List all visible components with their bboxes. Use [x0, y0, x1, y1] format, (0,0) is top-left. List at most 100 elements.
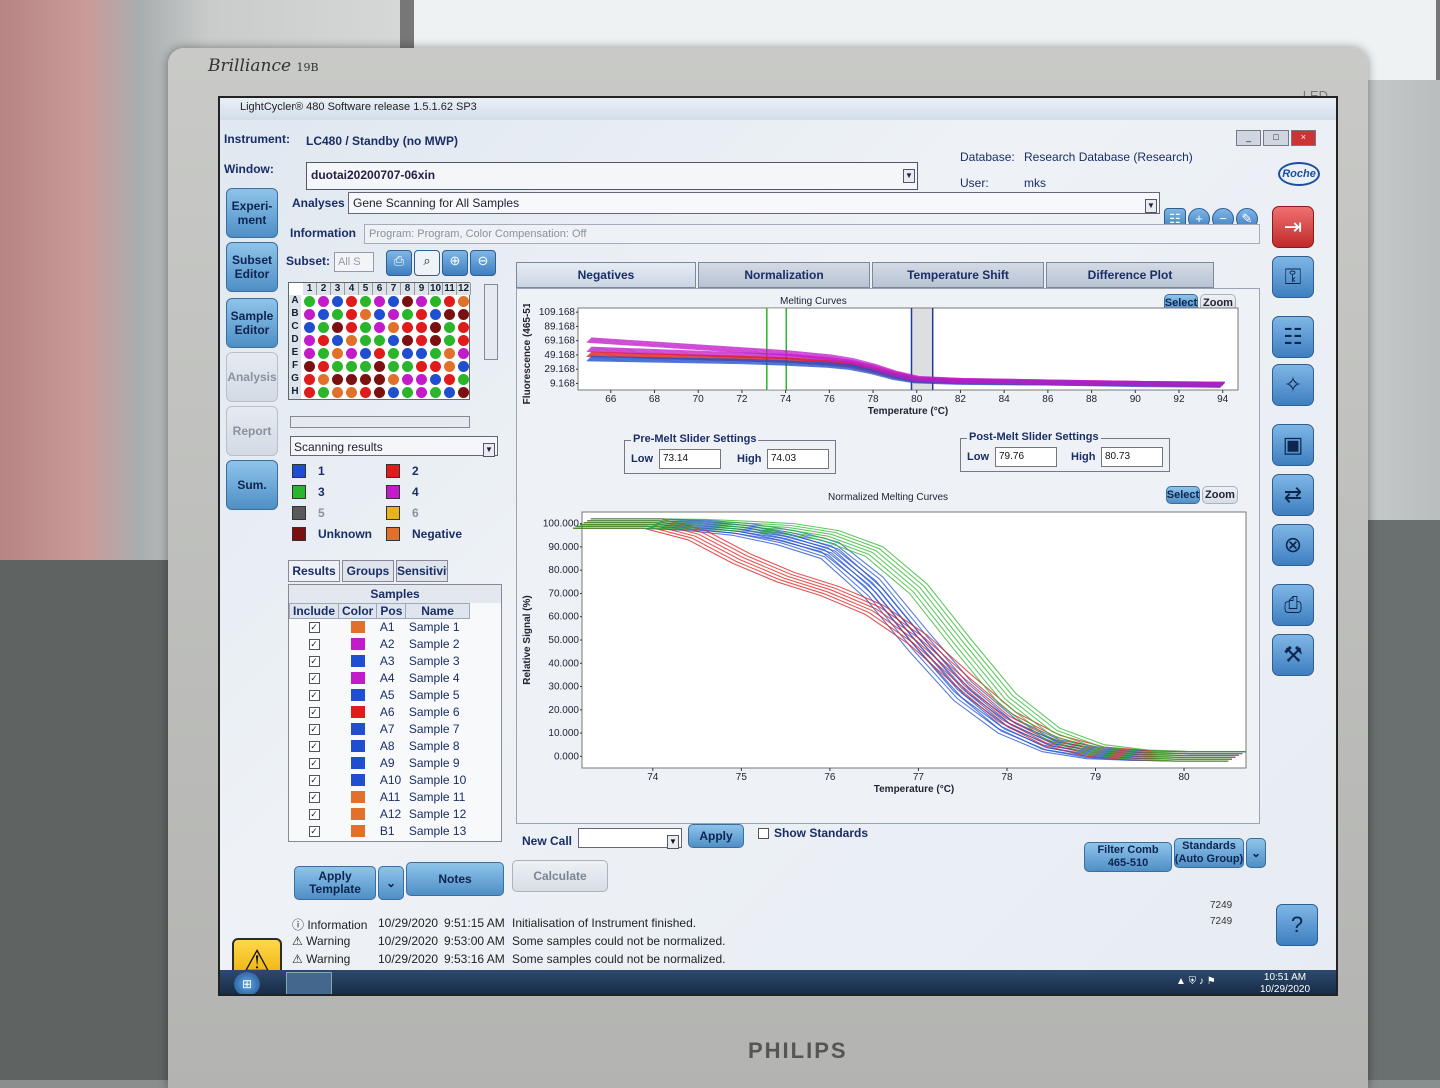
wrench-icon[interactable]: ⚒: [1272, 634, 1314, 676]
plate-well[interactable]: [416, 296, 427, 307]
plate-row-label[interactable]: F: [289, 360, 301, 373]
plate-col-label[interactable]: 11: [443, 283, 457, 295]
legend-item[interactable]: 3: [292, 485, 325, 499]
plate-col-label[interactable]: 2: [317, 283, 331, 295]
table-row[interactable]: ✓ A11 Sample 11: [290, 789, 470, 806]
plate-well[interactable]: [374, 296, 385, 307]
premelt-high-input[interactable]: 74.03: [767, 449, 829, 469]
plate-well[interactable]: [388, 335, 399, 346]
minimize-button[interactable]: _: [1236, 130, 1262, 146]
plate-well[interactable]: [318, 296, 329, 307]
nav-experiment[interactable]: Experi- ment: [226, 188, 278, 238]
include-checkbox[interactable]: ✓: [308, 825, 320, 837]
plate-well[interactable]: [374, 348, 385, 359]
include-checkbox[interactable]: ✓: [308, 774, 320, 786]
plate-well[interactable]: [332, 348, 343, 359]
help-icon[interactable]: ?: [1276, 904, 1318, 946]
include-checkbox[interactable]: ✓: [308, 757, 320, 769]
plate-well[interactable]: [458, 348, 469, 359]
plate-well[interactable]: [332, 361, 343, 372]
subset-select[interactable]: All S: [334, 252, 374, 272]
new-call-select[interactable]: ▼: [578, 828, 682, 849]
plate-well[interactable]: [430, 387, 441, 398]
include-checkbox[interactable]: ✓: [308, 791, 320, 803]
include-checkbox[interactable]: ✓: [308, 621, 320, 633]
close-button[interactable]: ×: [1290, 130, 1316, 146]
plate-col-label[interactable]: 7: [387, 283, 401, 295]
plate-well[interactable]: [458, 309, 469, 320]
calculate-button[interactable]: Calculate: [512, 860, 608, 892]
legend-item[interactable]: Unknown: [292, 527, 372, 541]
plate-col-label[interactable]: 4: [345, 283, 359, 295]
plate-scrollbar[interactable]: [484, 284, 498, 360]
plate-well[interactable]: [416, 335, 427, 346]
plate-well[interactable]: [346, 374, 357, 385]
table-row[interactable]: ✓ A1 Sample 1: [290, 619, 470, 636]
plate-row-label[interactable]: D: [289, 334, 301, 347]
navigator-icon[interactable]: ☷: [1272, 316, 1314, 358]
include-checkbox[interactable]: ✓: [308, 808, 320, 820]
plate-well[interactable]: [318, 322, 329, 333]
plate-well[interactable]: [346, 335, 357, 346]
nav-analysis[interactable]: Analysis: [226, 352, 278, 402]
plate-well[interactable]: [444, 374, 455, 385]
compass-icon[interactable]: ✧: [1272, 364, 1314, 406]
start-button[interactable]: ⊞: [234, 972, 260, 994]
zoom-in-icon[interactable]: ⊕: [442, 250, 468, 276]
tab-negatives[interactable]: Negatives: [516, 262, 696, 288]
plate-well[interactable]: [360, 361, 371, 372]
print-icon[interactable]: ⎙: [1272, 584, 1314, 626]
table-row[interactable]: ✓ A10 Sample 10: [290, 772, 470, 789]
tray-clock[interactable]: 10:51 AM 10/29/2020: [1260, 972, 1310, 994]
filter-comb-button[interactable]: Filter Comb 465-510: [1084, 842, 1172, 872]
plate-well[interactable]: [402, 348, 413, 359]
table-row[interactable]: ✓ B1 Sample 13: [290, 823, 470, 840]
include-checkbox[interactable]: ✓: [308, 655, 320, 667]
plate-well[interactable]: [332, 374, 343, 385]
plate-well[interactable]: [388, 361, 399, 372]
nav-report[interactable]: Report: [226, 406, 278, 456]
zoom-icon[interactable]: ⌕: [414, 250, 440, 276]
save-icon[interactable]: ▣: [1272, 424, 1314, 466]
zoom-out-icon[interactable]: ⊖: [470, 250, 496, 276]
plate-well[interactable]: [304, 387, 315, 398]
standards-button[interactable]: Standards (Auto Group): [1174, 838, 1244, 868]
table-row[interactable]: ✓ A8 Sample 8: [290, 738, 470, 755]
plate-well[interactable]: [374, 322, 385, 333]
plate-well[interactable]: [430, 348, 441, 359]
plate-well[interactable]: [318, 348, 329, 359]
plate-well[interactable]: [346, 322, 357, 333]
plate-well[interactable]: [458, 322, 469, 333]
postmelt-low-input[interactable]: 79.76: [995, 447, 1057, 467]
plate-col-label[interactable]: 5: [359, 283, 373, 295]
tab-difference-plot[interactable]: Difference Plot: [1046, 262, 1214, 288]
plate-well[interactable]: [458, 361, 469, 372]
plate-col-label[interactable]: 10: [429, 283, 443, 295]
table-row[interactable]: ✓ A7 Sample 7: [290, 721, 470, 738]
plate-grid[interactable]: 1 2 3 4 5 6 7 8 9 10 11 12 ABCDEFGH: [288, 282, 471, 400]
plate-well[interactable]: [360, 387, 371, 398]
plate-well[interactable]: [402, 387, 413, 398]
plate-row-label[interactable]: H: [289, 386, 301, 399]
plate-well[interactable]: [304, 335, 315, 346]
include-checkbox[interactable]: ✓: [308, 672, 320, 684]
plate-well[interactable]: [430, 374, 441, 385]
column-header[interactable]: Pos: [376, 603, 407, 619]
plate-col-label[interactable]: 8: [401, 283, 415, 295]
plate-well[interactable]: [388, 322, 399, 333]
plate-well[interactable]: [332, 296, 343, 307]
nav-sample-editor[interactable]: Sample Editor: [226, 298, 278, 348]
maximize-button[interactable]: □: [1263, 130, 1289, 146]
plate-row-label[interactable]: A: [289, 295, 301, 308]
plate-well[interactable]: [444, 309, 455, 320]
plate-well[interactable]: [374, 387, 385, 398]
legend-item[interactable]: 1: [292, 464, 325, 478]
tray-icons[interactable]: ▲ ⛨ ♪ ⚑: [1176, 976, 1216, 987]
plate-well[interactable]: [332, 309, 343, 320]
sample-color-swatch[interactable]: [350, 706, 365, 718]
plate-well[interactable]: [430, 322, 441, 333]
sample-color-swatch[interactable]: [350, 689, 365, 701]
table-row[interactable]: ✓ A3 Sample 3: [290, 653, 470, 670]
slider-band[interactable]: [766, 308, 787, 390]
plate-col-label[interactable]: 9: [415, 283, 429, 295]
